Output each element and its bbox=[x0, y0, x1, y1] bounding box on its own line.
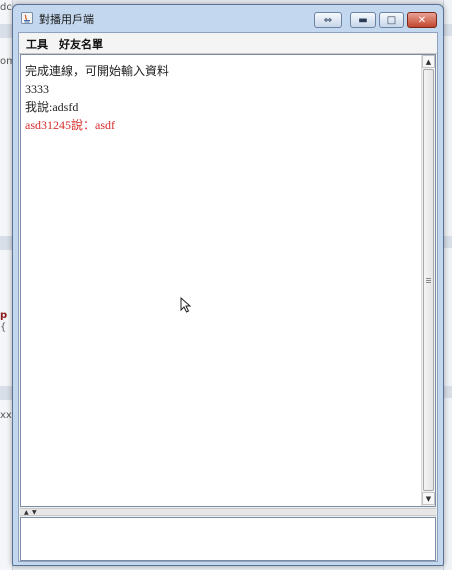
java-app-icon bbox=[21, 12, 33, 24]
grip-line bbox=[426, 278, 431, 279]
chat-line: 3333 bbox=[25, 82, 49, 96]
background-text: dc bbox=[0, 2, 12, 13]
background-divider bbox=[444, 24, 452, 36]
window-client-area: 工具 好友名單 完成連線，可開始輸入資料 3333 我說:adsfd asd31… bbox=[18, 32, 438, 562]
chat-line: asd31245說：asdf bbox=[25, 118, 115, 132]
chat-line: 完成連線，可開始輸入資料 bbox=[25, 64, 170, 78]
maximize-button[interactable]: □ bbox=[379, 12, 404, 28]
chat-log: 完成連線，可開始輸入資料 3333 我說:adsfd asd31245說：asd… bbox=[25, 62, 415, 134]
window-titlebar[interactable]: 對播用戶端 ⇔ ▬ □ ✕ bbox=[13, 5, 443, 31]
minimize-button[interactable]: ▬ bbox=[350, 12, 376, 28]
chat-client-window: 對播用戶端 ⇔ ▬ □ ✕ 工具 好友名單 完成連線，可開始輸入資料 3333 … bbox=[12, 4, 444, 566]
chat-vertical-scrollbar[interactable]: ▲ ▼ bbox=[421, 55, 435, 506]
arrow-up-icon: ▲ bbox=[425, 57, 432, 66]
chat-log-area[interactable]: 完成連線，可開始輸入資料 3333 我說:adsfd asd31245說：asd… bbox=[20, 54, 436, 507]
background-divider bbox=[444, 386, 452, 398]
mouse-cursor-icon bbox=[180, 297, 192, 313]
split-pane-divider[interactable]: ▲ ▼ bbox=[20, 508, 436, 516]
minimize-icon: ▬ bbox=[358, 14, 368, 26]
expand-down-arrow-icon[interactable]: ▼ bbox=[32, 509, 37, 516]
background-text: xx bbox=[0, 410, 12, 421]
background-divider bbox=[444, 236, 452, 248]
background-divider bbox=[0, 386, 12, 400]
swap-arrows-icon: ⇔ bbox=[323, 14, 333, 26]
menu-friend-list[interactable]: 好友名單 bbox=[59, 36, 103, 52]
expand-up-arrow-icon[interactable]: ▲ bbox=[24, 509, 29, 516]
background-text: p bbox=[0, 310, 8, 321]
menu-tools[interactable]: 工具 bbox=[26, 36, 48, 52]
menu-bar: 工具 好友名單 bbox=[19, 33, 437, 54]
resize-toggle-button[interactable]: ⇔ bbox=[314, 12, 342, 28]
arrow-down-icon: ▼ bbox=[425, 494, 432, 503]
close-button[interactable]: ✕ bbox=[407, 12, 437, 28]
chat-line: 我說:adsfd bbox=[25, 100, 79, 114]
scroll-up-button[interactable]: ▲ bbox=[422, 55, 435, 68]
message-input[interactable] bbox=[20, 517, 436, 561]
background-divider bbox=[0, 236, 12, 250]
window-title: 對播用戶端 bbox=[39, 13, 94, 26]
scroll-down-button[interactable]: ▼ bbox=[422, 492, 435, 505]
background-text: om bbox=[0, 56, 12, 67]
grip-line bbox=[426, 280, 431, 281]
background-window-right bbox=[443, 0, 452, 570]
background-divider bbox=[0, 24, 12, 38]
scrollbar-thumb[interactable] bbox=[423, 69, 434, 491]
grip-line bbox=[426, 282, 431, 283]
maximize-icon: □ bbox=[386, 14, 397, 26]
close-icon: ✕ bbox=[417, 14, 427, 26]
background-text: { bbox=[0, 322, 7, 333]
